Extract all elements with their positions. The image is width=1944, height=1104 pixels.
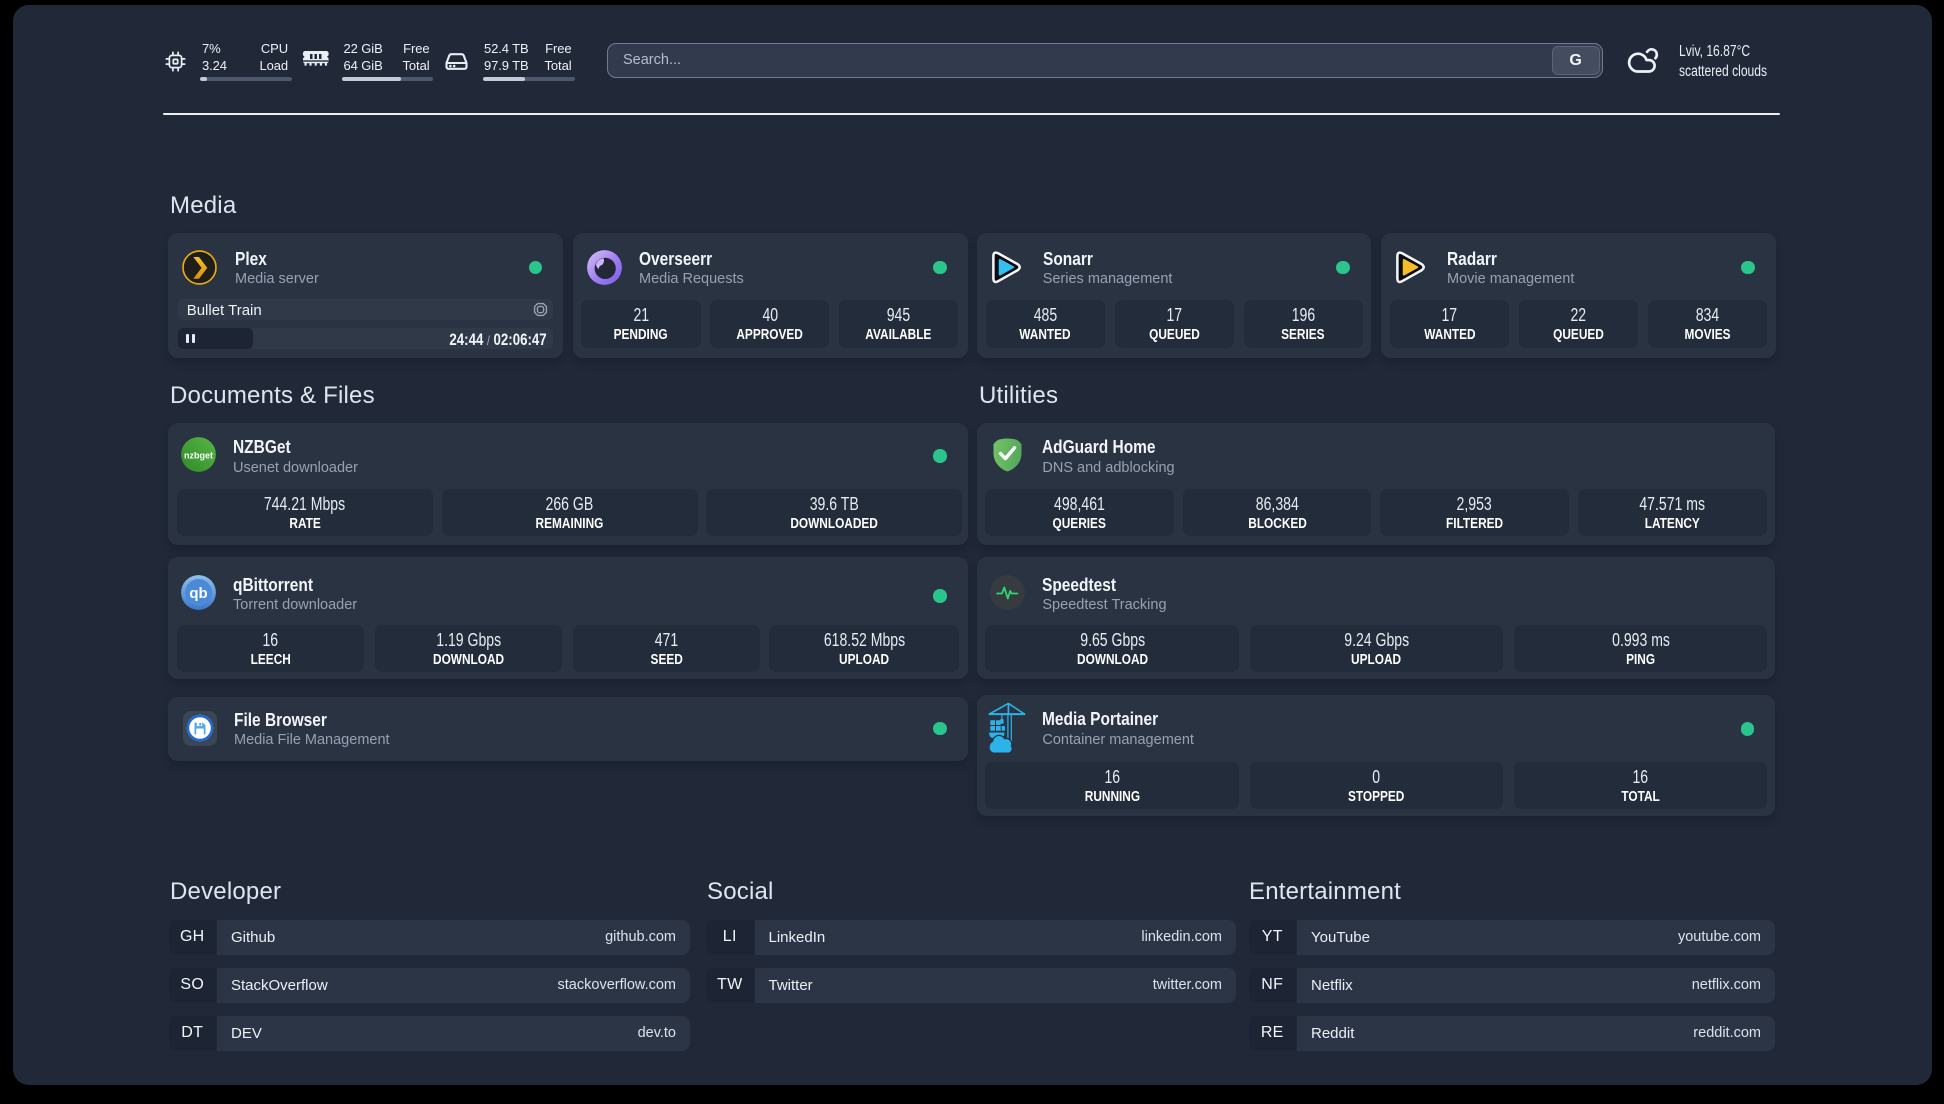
- svg-text:qb: qb: [189, 585, 207, 602]
- svg-text:nzbget: nzbget: [184, 451, 213, 461]
